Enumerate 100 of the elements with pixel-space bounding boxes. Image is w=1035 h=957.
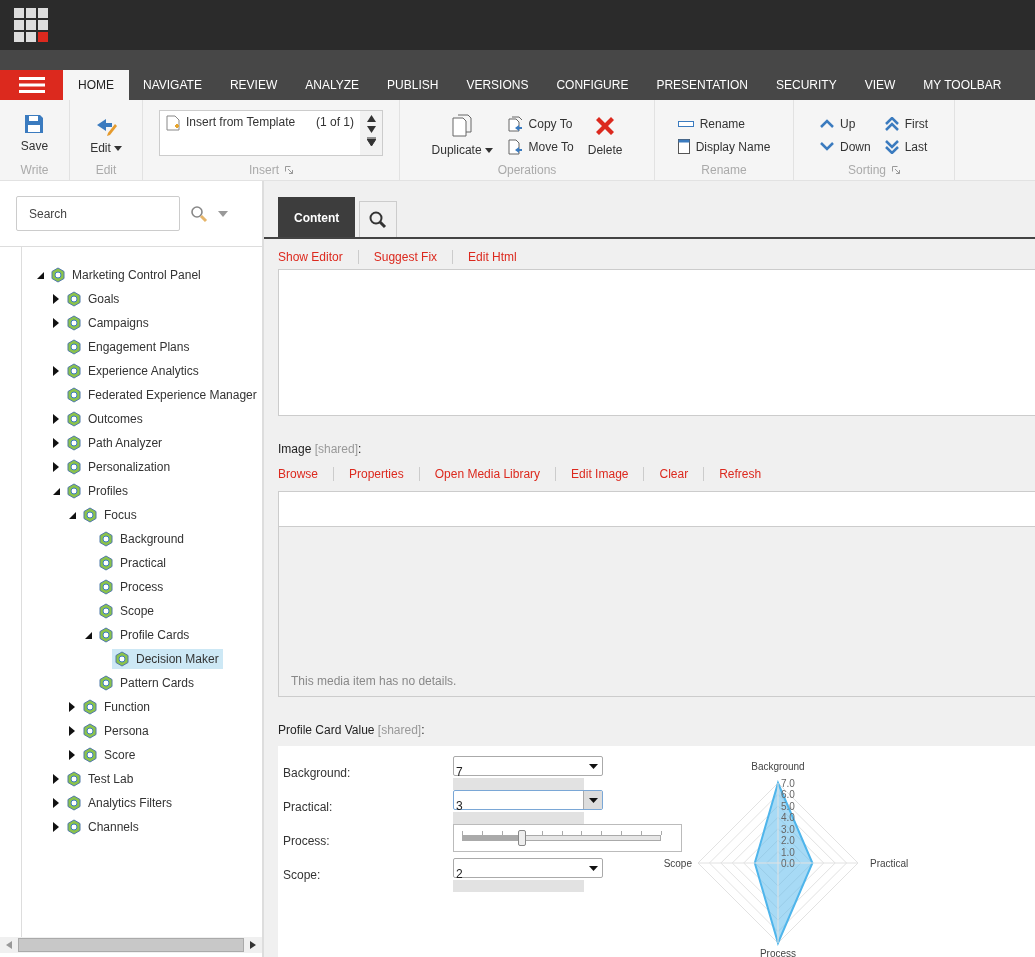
tree-item[interactable]: Campaigns <box>64 313 153 333</box>
tree-item[interactable]: Federated Experience Manager <box>64 385 261 405</box>
move-icon <box>506 138 523 155</box>
menu-button[interactable] <box>0 70 63 100</box>
expand-arrow-icon[interactable] <box>53 438 59 448</box>
image-link[interactable]: Edit Image <box>571 467 629 482</box>
expand-arrow-icon[interactable] <box>53 318 59 328</box>
expand-arrow-icon[interactable] <box>69 750 75 760</box>
tree-item[interactable]: Function <box>80 697 155 717</box>
collapse-arrow-icon[interactable] <box>84 631 92 639</box>
tree-item[interactable]: Outcomes <box>64 409 147 429</box>
group-label: Edit <box>95 163 117 179</box>
value-dropdown[interactable]: 2 <box>453 858 603 878</box>
search-icon <box>369 210 388 229</box>
tree-item[interactable]: Personalization <box>64 457 175 477</box>
dialog-launcher-icon[interactable] <box>892 166 900 174</box>
tree-item[interactable]: Practical <box>96 553 170 573</box>
image-link[interactable]: Refresh <box>719 467 762 482</box>
tree-item[interactable]: Profile Cards <box>96 625 194 645</box>
scrollbar-thumb[interactable] <box>18 938 244 952</box>
field-label: Profile Card Value [shared]: <box>278 722 426 737</box>
image-link[interactable]: Clear <box>659 467 689 482</box>
expand-arrow-icon[interactable] <box>53 294 59 304</box>
first-button[interactable]: First <box>884 115 928 132</box>
app-logo[interactable] <box>14 8 48 42</box>
ribbon-tab[interactable]: VIEW <box>850 70 910 100</box>
image-note: This media item has no details. <box>291 674 457 688</box>
scroll-right-icon[interactable] <box>250 941 256 949</box>
expand-arrow-icon[interactable] <box>53 798 59 808</box>
expand-arrow-icon[interactable] <box>53 822 59 832</box>
ribbon-tab[interactable]: SECURITY <box>762 70 851 100</box>
tree-item[interactable]: Channels <box>64 817 143 837</box>
expand-arrow-icon[interactable] <box>53 366 59 376</box>
insert-option[interactable]: Insert from Template (1 of 1) <box>160 111 360 155</box>
tree-item[interactable]: Scope <box>96 601 159 621</box>
dialog-launcher-icon[interactable] <box>285 166 293 174</box>
down-button[interactable]: Down <box>820 138 871 155</box>
caret-icon <box>588 763 598 769</box>
duplicate-button[interactable]: Duplicate <box>431 108 493 157</box>
collapse-arrow-icon[interactable] <box>36 271 44 279</box>
slider-thumb[interactable] <box>517 830 526 846</box>
image-link[interactable]: Open Media Library <box>434 467 541 482</box>
tree-item[interactable]: Pattern Cards <box>96 673 199 693</box>
value-dropdown[interactable]: 7 <box>453 756 603 776</box>
last-button[interactable]: Last <box>884 138 928 155</box>
delete-button[interactable]: Delete <box>587 108 623 157</box>
tree-item[interactable]: Analytics Filters <box>64 793 177 813</box>
ribbon-tab[interactable]: CONFIGURE <box>542 70 643 100</box>
ribbon-tab[interactable]: VERSIONS <box>452 70 543 100</box>
slider-track[interactable] <box>462 830 661 846</box>
content-tab[interactable]: Content <box>278 197 356 237</box>
up-button[interactable]: Up <box>820 115 871 132</box>
tree-item[interactable]: Profiles <box>64 481 132 501</box>
save-button[interactable]: Save <box>20 108 49 153</box>
expand-icon[interactable] <box>366 137 376 146</box>
tree-item[interactable]: Background <box>96 529 189 549</box>
tree-item[interactable]: Marketing Control Panel <box>48 265 205 285</box>
tree-item[interactable]: Engagement Plans <box>64 337 194 357</box>
ribbon-tab[interactable]: ANALYZE <box>291 70 374 100</box>
tree-item[interactable]: Goals <box>64 289 124 309</box>
ribbon-tab[interactable]: PRESENTATION <box>642 70 762 100</box>
rename-button[interactable]: Rename <box>677 115 771 132</box>
ribbon-tab[interactable]: HOME <box>63 70 129 100</box>
move-to-button[interactable]: Move To <box>506 138 574 155</box>
image-link[interactable]: Properties <box>349 467 404 482</box>
tree-item[interactable]: Experience Analytics <box>64 361 203 381</box>
ribbon-tab[interactable]: REVIEW <box>215 70 292 100</box>
collapse-arrow-icon[interactable] <box>68 511 76 519</box>
expand-arrow-icon[interactable] <box>69 702 75 712</box>
tree-item[interactable]: Test Lab <box>64 769 138 789</box>
edit-button[interactable]: Edit <box>90 108 122 155</box>
editor-link[interactable]: Edit Html <box>468 250 517 264</box>
node-icon <box>98 555 114 571</box>
search-icon[interactable] <box>190 204 208 223</box>
expand-arrow-icon[interactable] <box>69 726 75 736</box>
scroll-down-icon[interactable] <box>366 126 376 133</box>
ribbon-tab[interactable]: PUBLISH <box>373 70 453 100</box>
expand-arrow-icon[interactable] <box>53 414 59 424</box>
copy-to-button[interactable]: Copy To <box>506 115 574 132</box>
tree-item[interactable]: Decision Maker <box>112 649 223 669</box>
caret-icon <box>588 797 598 803</box>
editor-link[interactable]: Show Editor <box>278 250 343 264</box>
expand-arrow-icon[interactable] <box>53 774 59 784</box>
image-link[interactable]: Browse <box>278 467 318 482</box>
expand-arrow-icon[interactable] <box>53 462 59 472</box>
collapse-arrow-icon[interactable] <box>52 487 60 495</box>
display-name-button[interactable]: Display Name <box>677 138 771 155</box>
tree-item[interactable]: Score <box>80 745 140 765</box>
tree-item[interactable]: Persona <box>80 721 153 741</box>
tree-item[interactable]: Path Analyzer <box>64 433 167 453</box>
editor-link[interactable]: Suggest Fix <box>373 250 438 264</box>
scroll-up-icon[interactable] <box>366 115 376 122</box>
node-icon <box>114 651 130 667</box>
tree-item[interactable]: Process <box>96 577 168 597</box>
ribbon-tab[interactable]: NAVIGATE <box>129 70 216 100</box>
search-tab[interactable] <box>359 201 398 237</box>
tree-item[interactable]: Focus <box>80 505 141 525</box>
ribbon-tab[interactable]: MY TOOLBAR <box>909 70 1016 100</box>
search-field[interactable]: Search <box>16 196 180 231</box>
caret-icon[interactable] <box>218 210 228 217</box>
